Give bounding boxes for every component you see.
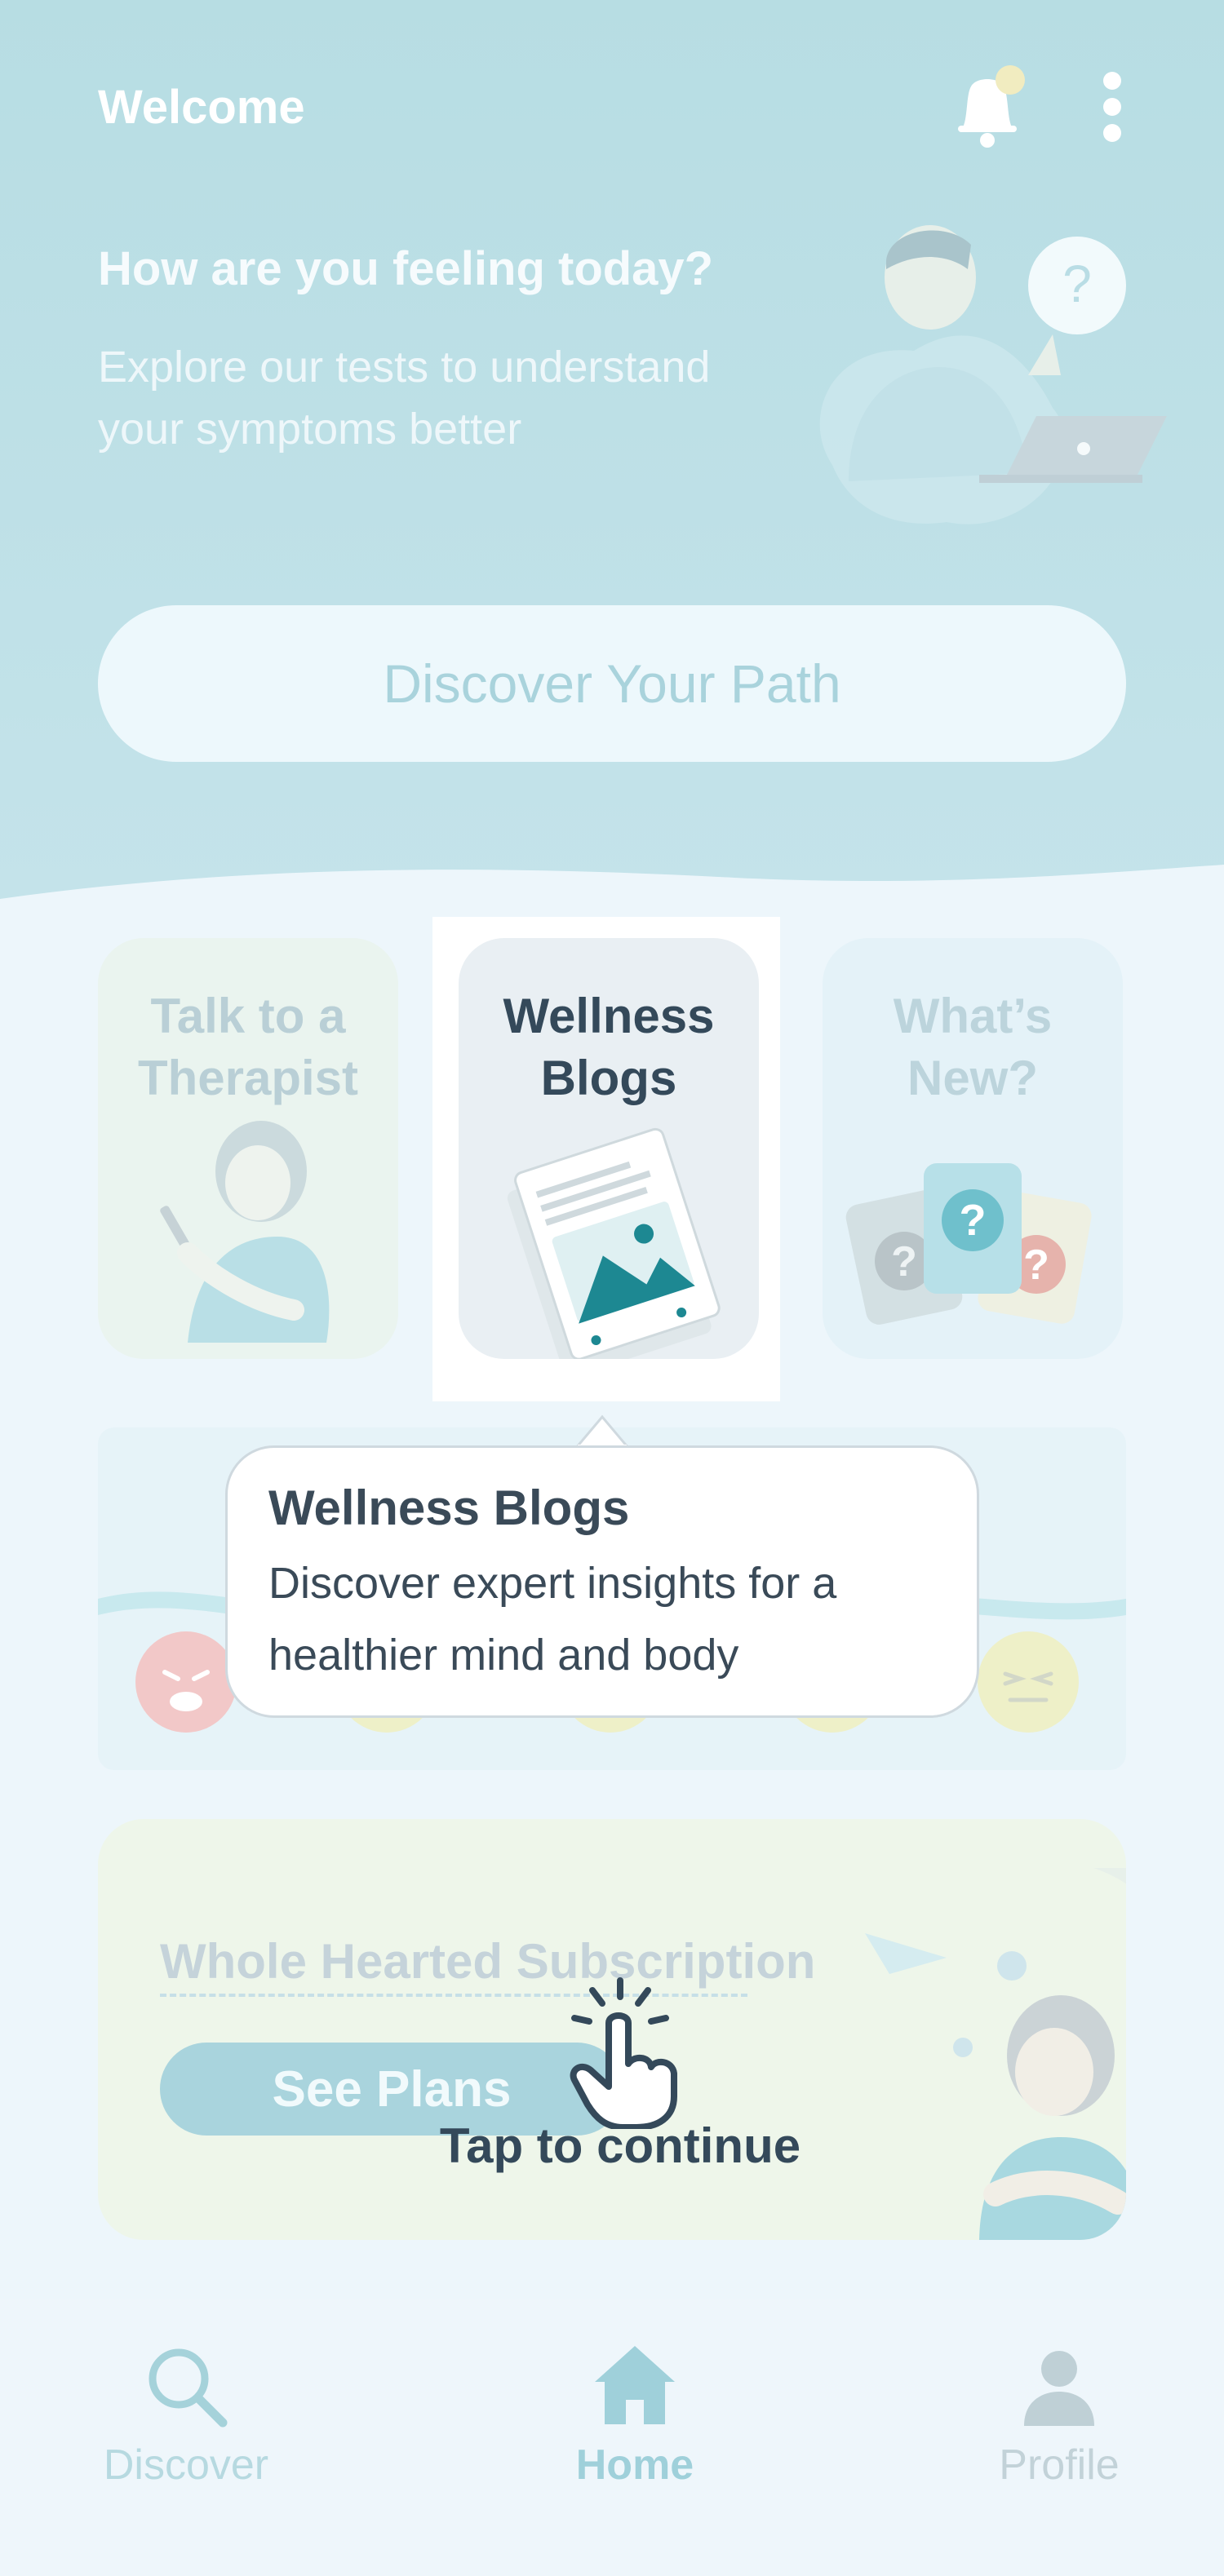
home-icon: [595, 2346, 675, 2424]
svg-text:?: ?: [891, 1238, 917, 1286]
nav-item-home[interactable]: Home: [512, 2341, 757, 2490]
header-wave-divider: [0, 865, 1224, 905]
card-title: What’s New?: [893, 989, 1053, 1105]
search-icon: [149, 2348, 228, 2428]
card-title: Talk to a Therapist: [137, 989, 359, 1105]
svg-text:?: ?: [1062, 255, 1092, 313]
tap-hand-icon: [570, 1977, 677, 2129]
nav-label-discover: Discover: [103, 2441, 269, 2489]
explore-tests-text: Explore our tests to understand your sym…: [98, 343, 711, 454]
woman-hugging-self-illustration: [865, 1868, 1126, 2240]
nav-label-home: Home: [575, 2441, 694, 2489]
tooltip-title: Wellness Blogs: [268, 1481, 630, 1535]
angry-mood-icon[interactable]: [135, 1631, 237, 1733]
tap-to-continue-hint[interactable]: Tap to continue: [432, 2118, 808, 2174]
more-options-icon[interactable]: [1085, 72, 1139, 147]
tooltip-pointer: [576, 1414, 628, 1448]
nav-item-profile[interactable]: Profile: [937, 2341, 1182, 2490]
bell-icon[interactable]: [947, 62, 1028, 152]
svg-text:?: ?: [960, 1196, 987, 1245]
whats-new-card[interactable]: What’s New? ? ? ?: [823, 938, 1123, 1359]
nav-item-discover[interactable]: Discover: [64, 2341, 308, 2490]
newspaper-illustration: [507, 1127, 721, 1359]
discover-your-path-button[interactable]: Discover Your Path: [98, 605, 1126, 762]
tired-mood-icon[interactable]: [978, 1631, 1079, 1733]
welcome-title: Welcome: [98, 81, 305, 134]
wellness-blogs-tooltip: Wellness Blogs Discover expert insights …: [225, 1445, 979, 1718]
wellness-blogs-card[interactable]: Wellness Blogs: [459, 938, 759, 1359]
talk-to-therapist-card[interactable]: Talk to a Therapist: [98, 938, 398, 1359]
question-cards-illustration: ? ? ?: [845, 1163, 1092, 1325]
tooltip-description: Discover expert insights for a healthier…: [268, 1559, 837, 1680]
man-with-laptop-illustration: ?: [819, 225, 1167, 524]
card-title: Wellness Blogs: [503, 989, 715, 1105]
subscription-title: Whole Hearted Subscription: [160, 1934, 816, 1989]
feeling-question: How are you feeling today?: [98, 242, 714, 295]
woman-with-phone-illustration: [160, 1121, 330, 1343]
svg-text:?: ?: [1023, 1242, 1049, 1289]
person-icon: [1024, 2351, 1094, 2426]
nav-label-profile: Profile: [999, 2441, 1120, 2489]
